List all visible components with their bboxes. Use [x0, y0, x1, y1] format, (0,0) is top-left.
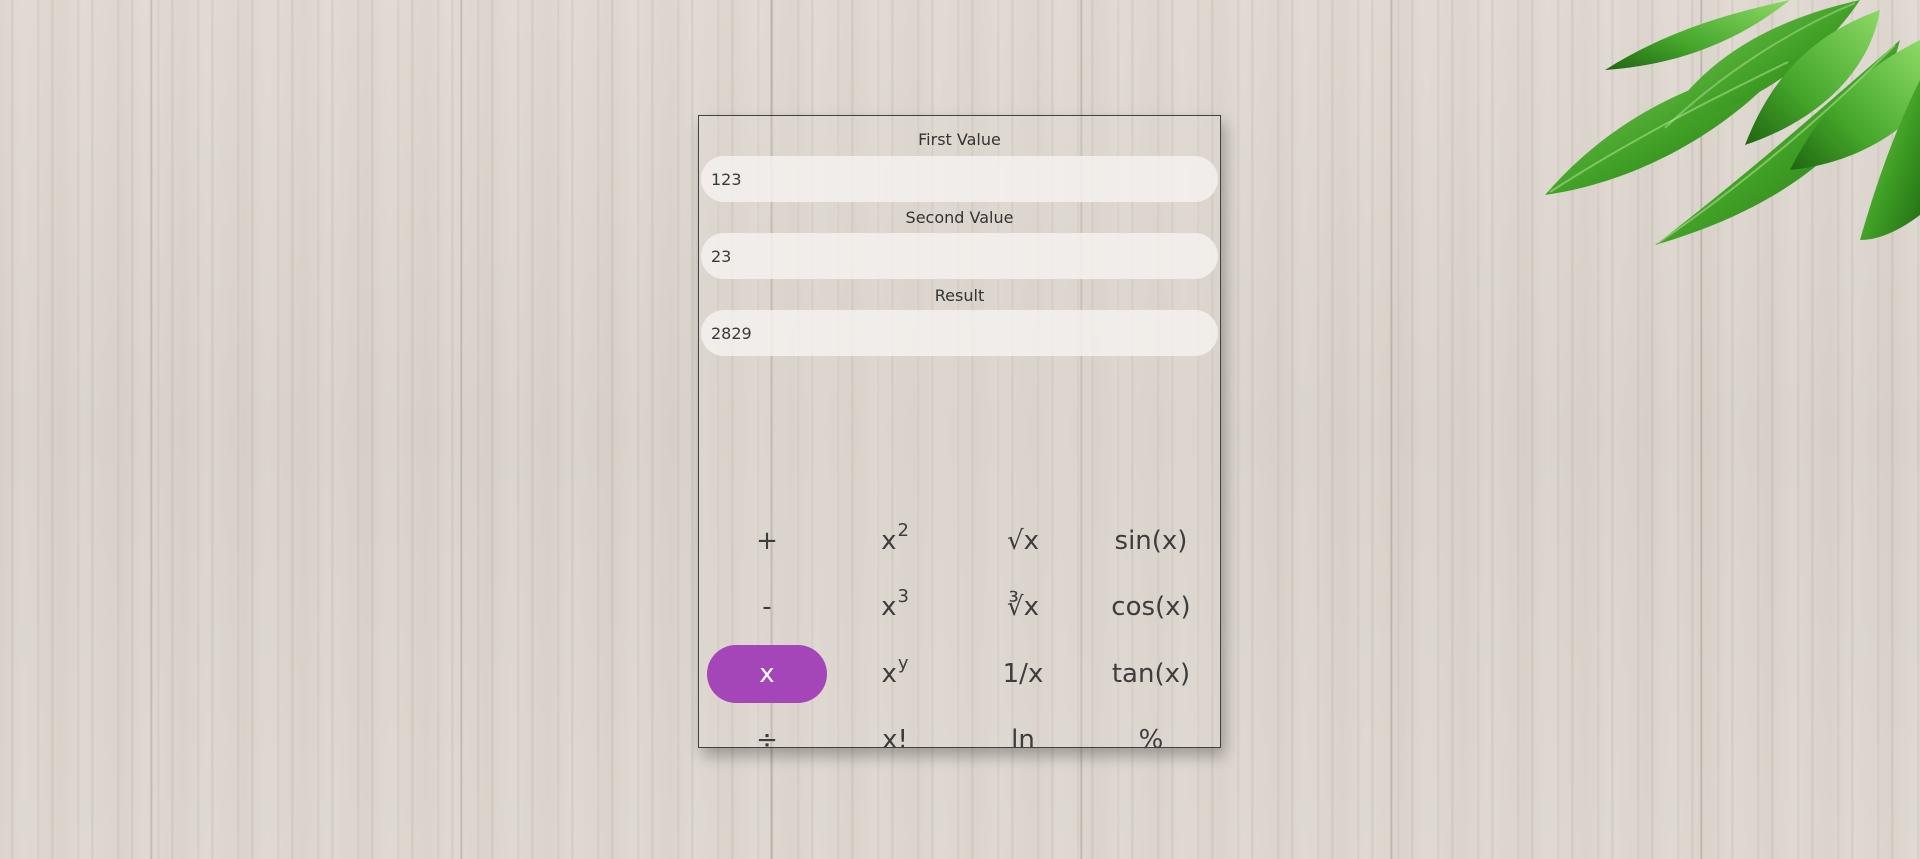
reciprocal-button[interactable]: 1/x [963, 645, 1083, 703]
operation-grid: + x2 √x sin(x) - x3 ∛x cos(x) x xy 1/x t… [705, 512, 1215, 782]
percent-button[interactable]: % [1091, 711, 1211, 769]
leaf-decoration [1545, 0, 1920, 245]
first-value-label: First Value [918, 130, 1001, 149]
result-input[interactable] [701, 310, 1218, 356]
add-button[interactable]: + [707, 512, 827, 570]
multiply-button[interactable]: x [707, 645, 827, 703]
square-button[interactable]: x2 [835, 512, 955, 570]
cosine-button[interactable]: cos(x) [1091, 578, 1211, 636]
tangent-button[interactable]: tan(x) [1091, 645, 1211, 703]
natural-log-button[interactable]: ln [963, 711, 1083, 769]
power-button[interactable]: xy [835, 645, 955, 703]
cube-root-button[interactable]: ∛x [963, 578, 1083, 636]
divide-button[interactable]: ÷ [707, 711, 827, 769]
calculator-panel: First Value Second Value Result + x2 √x … [698, 115, 1221, 755]
subtract-button[interactable]: - [707, 578, 827, 636]
first-value-input[interactable] [701, 156, 1218, 202]
sine-button[interactable]: sin(x) [1091, 512, 1211, 570]
cube-button[interactable]: x3 [835, 578, 955, 636]
factorial-button[interactable]: x! [835, 711, 955, 769]
square-root-button[interactable]: √x [963, 512, 1083, 570]
second-value-label: Second Value [905, 208, 1014, 227]
second-value-input[interactable] [701, 233, 1218, 279]
result-label: Result [934, 286, 985, 305]
